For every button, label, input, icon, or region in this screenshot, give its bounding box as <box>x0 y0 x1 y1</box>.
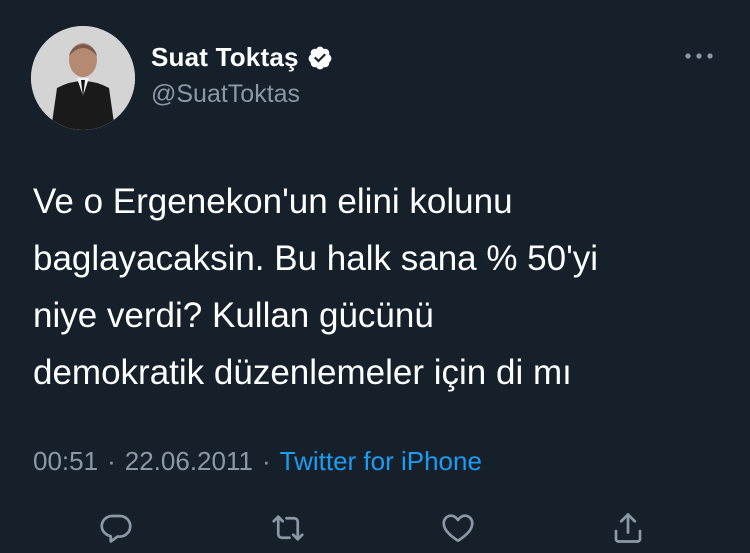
like-icon <box>442 514 474 543</box>
tweet-text: Ve o Ergenekon'un elini kolunu baglayaca… <box>33 182 599 392</box>
retweet-button[interactable] <box>270 510 310 550</box>
more-options-icon[interactable] <box>682 46 716 66</box>
like-button[interactable] <box>440 510 480 550</box>
avatar-photo <box>31 26 135 130</box>
share-icon <box>614 513 642 543</box>
author-handle[interactable]: @SuatToktas <box>151 80 300 109</box>
reply-icon <box>100 514 132 543</box>
reply-button[interactable] <box>98 510 138 550</box>
author-name-row: Suat Toktaş <box>151 42 333 73</box>
author-avatar[interactable] <box>31 26 135 130</box>
meta-separator: · <box>261 446 271 476</box>
tweet-time[interactable]: 00:51 <box>33 446 98 477</box>
meta-separator: · <box>107 446 116 476</box>
verified-badge-icon <box>308 46 332 69</box>
tweet-date[interactable]: 22.06.2011 <box>125 446 253 477</box>
share-button[interactable] <box>610 510 650 550</box>
author-name[interactable]: Suat Toktaş <box>151 42 299 73</box>
tweet-meta: 00:51 · 22.06.2011 · Twitter for iPhone <box>33 446 482 477</box>
retweet-icon <box>272 515 304 541</box>
tweet-source[interactable]: Twitter for iPhone <box>280 446 482 477</box>
